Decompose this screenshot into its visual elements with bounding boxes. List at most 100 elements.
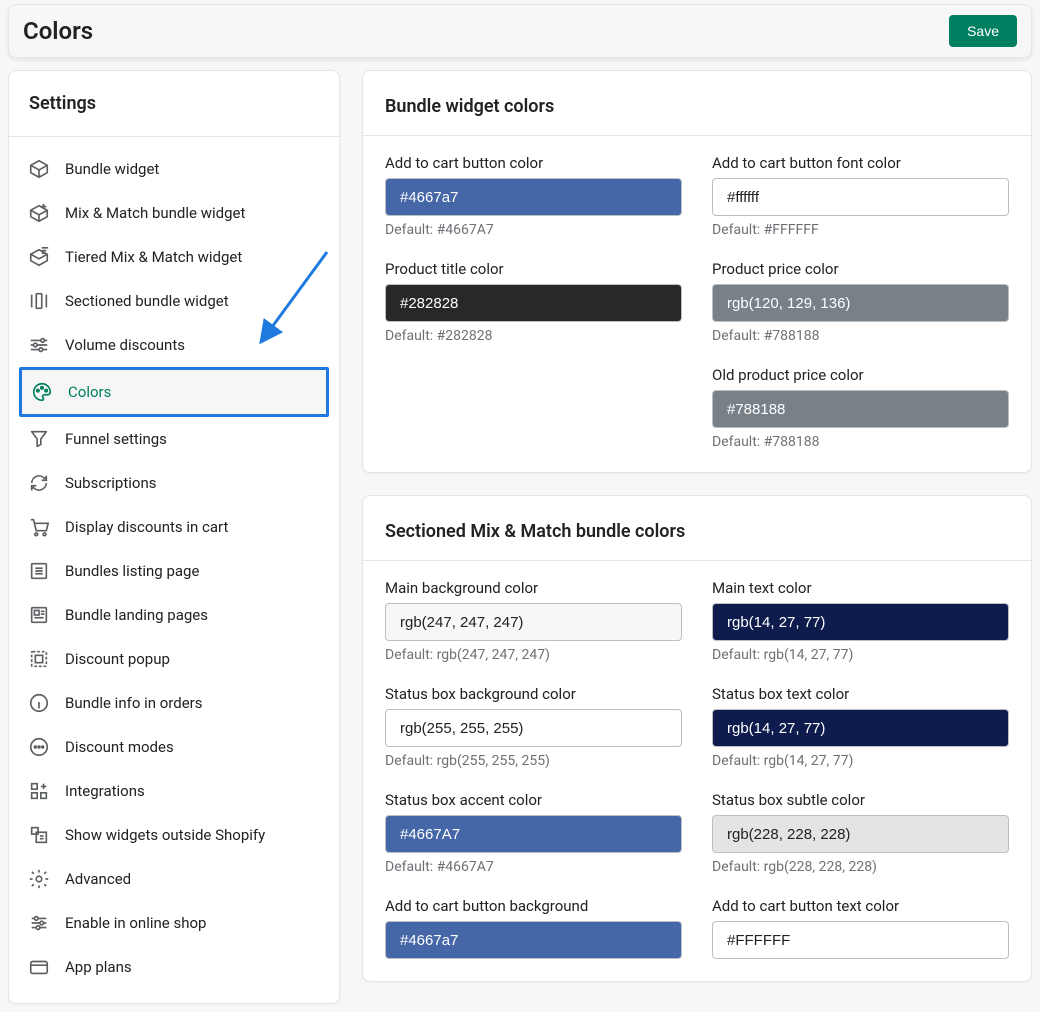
field-label: Status box subtle color — [712, 791, 1009, 809]
color-input[interactable] — [712, 390, 1009, 428]
color-field: Add to cart button background — [385, 897, 682, 959]
field-default: Default: rgb(228, 228, 228) — [712, 859, 1009, 875]
field-default: Default: #282828 — [385, 328, 682, 344]
field-label: Main text color — [712, 579, 1009, 597]
color-field: Product title color Default: #282828 — [385, 260, 682, 344]
sliders-icon — [27, 911, 51, 935]
sidebar-item-discount-popup[interactable]: Discount popup — [19, 637, 329, 681]
field-label: Old product price color — [712, 366, 1009, 384]
sidebar-item-app-plans[interactable]: App plans — [19, 945, 329, 989]
field-label: Main background color — [385, 579, 682, 597]
color-input[interactable] — [385, 178, 682, 216]
header-bar: Colors Save — [8, 4, 1032, 58]
sidebar-item-volume-discounts[interactable]: Volume discounts — [19, 323, 329, 367]
sidebar-item-bundle-landing-pages[interactable]: Bundle landing pages — [19, 593, 329, 637]
sidebar-item-subscriptions[interactable]: Subscriptions — [19, 461, 329, 505]
color-input[interactable] — [385, 815, 682, 853]
field-default: Default: #4667A7 — [385, 859, 682, 875]
sidebar-item-label: Display discounts in cart — [65, 518, 228, 536]
box-icon — [27, 157, 51, 181]
box-lines-icon — [27, 245, 51, 269]
sidebar-list: Bundle widget Mix & Match bundle widget … — [9, 147, 339, 989]
sidebar-item-advanced[interactable]: Advanced — [19, 857, 329, 901]
color-field: Add to cart button text color — [712, 897, 1009, 959]
color-field: Status box text colorDefault: rgb(14, 27… — [712, 685, 1009, 769]
field-label: Add to cart button color — [385, 154, 682, 172]
funnel-icon — [27, 427, 51, 451]
color-input[interactable] — [712, 178, 1009, 216]
color-input[interactable] — [712, 284, 1009, 322]
sidebar-item-display-discounts-in-cart[interactable]: Display discounts in cart — [19, 505, 329, 549]
sidebar-item-label: Tiered Mix & Match widget — [65, 248, 242, 266]
field-default: Default: #788188 — [712, 434, 1009, 450]
page-title: Colors — [23, 17, 93, 45]
color-input[interactable] — [712, 709, 1009, 747]
color-field: Status box subtle color Default: rgb(228,… — [712, 791, 1009, 875]
field-label: Status box background color — [385, 685, 682, 703]
sidebar-item-label: Mix & Match bundle widget — [65, 204, 245, 222]
card-title: Sectioned Mix & Match bundle colors — [363, 496, 1031, 561]
color-field: Status box accent color Default: #4667A7 — [385, 791, 682, 875]
color-field: Add to cart button font colorDefault: #F… — [712, 154, 1009, 238]
field-label: Add to cart button background — [385, 897, 682, 915]
sidebar-item-sectioned-bundle-widget[interactable]: Sectioned bundle widget — [19, 279, 329, 323]
field-label: Status box text color — [712, 685, 1009, 703]
card-body: Main background colorDefault: rgb(247, 2… — [363, 561, 1031, 981]
color-input[interactable] — [385, 921, 682, 959]
sidebar-item-discount-modes[interactable]: Discount modes — [19, 725, 329, 769]
color-field: Product price color Default: #788188 — [712, 260, 1009, 344]
sidebar-item-bundle-widget[interactable]: Bundle widget — [19, 147, 329, 191]
sidebar-item-bundle-info-in-orders[interactable]: Bundle info in orders — [19, 681, 329, 725]
color-input[interactable] — [385, 709, 682, 747]
sidebar-item-label: Bundle widget — [65, 160, 159, 178]
color-field: Add to cart button color Default: #4667A7 — [385, 154, 682, 238]
cart-icon — [27, 515, 51, 539]
color-input[interactable] — [712, 921, 1009, 959]
color-field: Old product price color Default: #788188 — [712, 366, 1009, 450]
sidebar-item-tiered-mix-match-widget[interactable]: Tiered Mix & Match widget — [19, 235, 329, 279]
sidebar-item-colors[interactable]: Colors — [19, 367, 329, 417]
sidebar-item-label: Discount popup — [65, 650, 170, 668]
refresh-icon — [27, 471, 51, 495]
field-default: Default: #4667A7 — [385, 222, 682, 238]
modes-icon — [27, 735, 51, 759]
field-label: Status box accent color — [385, 791, 682, 809]
sidebar-item-mix-match-bundle-widget[interactable]: Mix & Match bundle widget — [19, 191, 329, 235]
sidebar-item-label: App plans — [65, 958, 132, 976]
sections-icon — [27, 289, 51, 313]
settings-sidebar: Settings Bundle widget Mix & Match bundl… — [8, 70, 340, 1004]
color-field: Main background colorDefault: rgb(247, 2… — [385, 579, 682, 663]
color-input[interactable] — [385, 284, 682, 322]
settings-card: Sectioned Mix & Match bundle colors Main … — [362, 495, 1032, 982]
sidebar-item-label: Integrations — [65, 782, 145, 800]
sidebar-item-bundles-listing-page[interactable]: Bundles listing page — [19, 549, 329, 593]
color-input[interactable] — [712, 815, 1009, 853]
sidebar-item-integrations[interactable]: Integrations — [19, 769, 329, 813]
sidebar-item-label: Advanced — [65, 870, 131, 888]
external-icon — [27, 823, 51, 847]
save-button[interactable]: Save — [949, 15, 1017, 47]
sidebar-heading: Settings — [9, 71, 339, 137]
popup-icon — [27, 647, 51, 671]
sidebar-item-funnel-settings[interactable]: Funnel settings — [19, 417, 329, 461]
field-default: Default: #788188 — [712, 328, 1009, 344]
main-layout: Settings Bundle widget Mix & Match bundl… — [0, 70, 1040, 1012]
landing-icon — [27, 603, 51, 627]
sidebar-item-show-widgets-outside-shopify[interactable]: Show widgets outside Shopify — [19, 813, 329, 857]
card-body: Add to cart button color Default: #4667A7… — [363, 136, 1031, 472]
color-input[interactable] — [385, 603, 682, 641]
info-icon — [27, 691, 51, 715]
sidebar-item-label: Volume discounts — [65, 336, 185, 354]
sidebar-item-enable-in-online-shop[interactable]: Enable in online shop — [19, 901, 329, 945]
color-field: Main text colorDefault: rgb(14, 27, 77) — [712, 579, 1009, 663]
sidebar-item-label: Discount modes — [65, 738, 174, 756]
apps-icon — [27, 779, 51, 803]
sidebar-item-label: Funnel settings — [65, 430, 167, 448]
field-label: Product price color — [712, 260, 1009, 278]
sidebar-item-label: Show widgets outside Shopify — [65, 826, 265, 844]
sidebar-item-label: Colors — [68, 383, 111, 401]
field-label: Product title color — [385, 260, 682, 278]
settings-card: Bundle widget colorsAdd to cart button c… — [362, 70, 1032, 473]
gear-icon — [27, 867, 51, 891]
color-input[interactable] — [712, 603, 1009, 641]
